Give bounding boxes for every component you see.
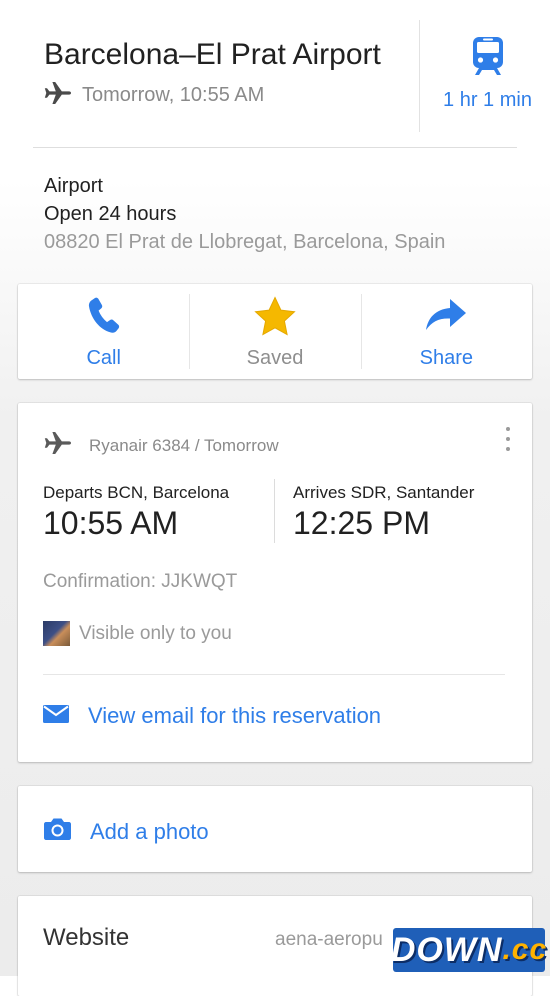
watermark-suffix: .cc xyxy=(502,933,548,966)
train-icon xyxy=(471,37,505,80)
flight-divider xyxy=(274,479,275,543)
place-address[interactable]: 08820 El Prat de Llobregat, Barcelona, S… xyxy=(44,231,445,254)
place-type: Airport xyxy=(44,175,103,197)
add-photo-card: Add a photo xyxy=(18,786,532,872)
add-photo-label: Add a photo xyxy=(90,818,209,844)
view-email-label: View email for this reservation xyxy=(88,703,382,728)
view-email-link[interactable]: View email for this reservation xyxy=(43,703,381,729)
confirmation-code: Confirmation: JJKWQT xyxy=(43,571,238,592)
header-rule xyxy=(33,147,517,148)
visibility-text: Visible only to you xyxy=(79,622,232,644)
visibility-row: Visible only to you xyxy=(43,621,232,646)
watermark-main: DOWN xyxy=(390,930,503,969)
call-label: Call xyxy=(86,347,121,369)
departs-time: 10:55 AM xyxy=(43,505,179,541)
phone-icon xyxy=(86,296,122,341)
saved-label: Saved xyxy=(246,347,304,369)
flight-header: Ryanair 6384 / Tomorrow xyxy=(43,431,279,460)
overflow-menu-icon[interactable] xyxy=(502,425,514,453)
watermark-logo: DOWN .cc xyxy=(390,928,548,972)
arrives-label: Arrives SDR, Santander xyxy=(293,483,475,502)
transit-directions-button[interactable]: 1 hr 1 min xyxy=(425,36,550,112)
call-button[interactable]: Call xyxy=(18,284,189,379)
departs-label: Departs BCN, Barcelona xyxy=(43,483,230,502)
place-hours: Open 24 hours xyxy=(44,203,177,225)
flight-rule xyxy=(43,674,505,675)
share-icon xyxy=(424,296,468,341)
transit-duration: 1 hr 1 min xyxy=(443,89,532,111)
header-divider xyxy=(419,20,420,132)
actions-card: Call Saved Share xyxy=(18,284,532,379)
flight-number: Ryanair 6384 / Tomorrow xyxy=(89,435,279,455)
share-button[interactable]: Share xyxy=(360,284,532,379)
camera-icon xyxy=(43,817,72,846)
flight-time-row: Tomorrow, 10:55 AM xyxy=(44,80,264,110)
flight-card: Ryanair 6384 / Tomorrow Departs BCN, Bar… xyxy=(18,403,532,762)
mail-icon xyxy=(43,704,69,729)
avatar xyxy=(43,621,70,646)
place-title: Barcelona–El Prat Airport xyxy=(44,38,381,71)
flight-time: Tomorrow, 10:55 AM xyxy=(82,83,265,106)
airplane-icon xyxy=(43,431,73,460)
website-url[interactable]: aena-aeropu xyxy=(275,929,383,951)
star-icon xyxy=(254,296,296,341)
share-label: Share xyxy=(419,347,473,369)
add-photo-button[interactable]: Add a photo xyxy=(43,817,209,846)
website-label: Website xyxy=(43,924,130,951)
arrives-time: 12:25 PM xyxy=(293,505,430,541)
saved-button[interactable]: Saved xyxy=(189,284,360,379)
airplane-icon xyxy=(44,81,72,110)
